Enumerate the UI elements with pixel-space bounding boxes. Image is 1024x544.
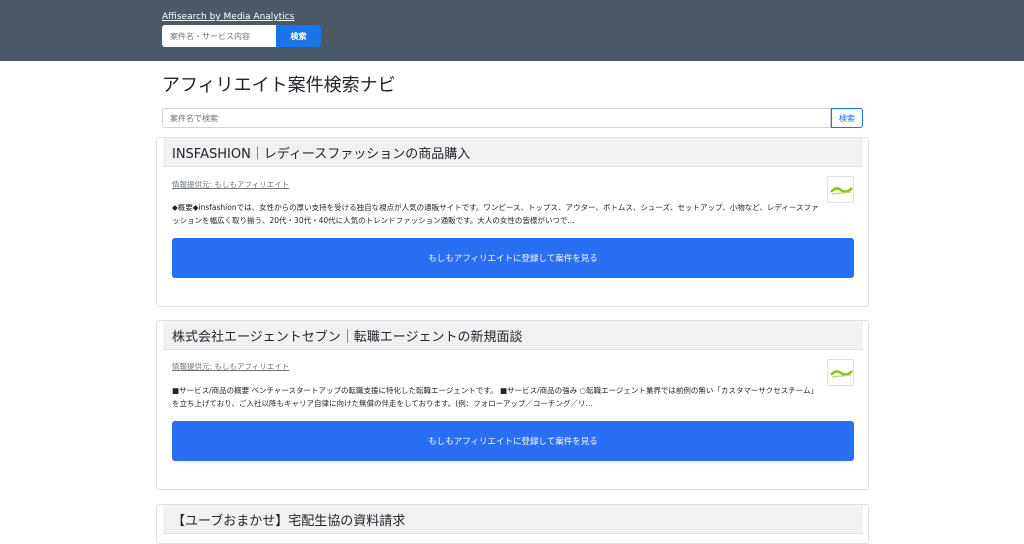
provider-link[interactable]: 情報提供元: もしもアフィリエイト [172,179,289,190]
logo-image-icon [830,187,853,195]
card-header: 株式会社エージェントセブン｜転職エージェントの新規面談 [163,321,863,350]
card-header: 【ユーブおまかせ】宅配生協の資料請求 [163,505,863,534]
brand-link[interactable]: Affisearch by Media Analytics [162,12,294,22]
card-description: ■サービス/商品の概要 ベンチャースタートアップの転職支援に特化した転職エージェ… [172,386,819,408]
register-cta-button[interactable]: もしもアフィリエイトに登録して案件を見る [172,238,854,278]
card-title: 株式会社エージェントセブン｜転職エージェントの新規面談 [172,330,523,345]
register-cta-button[interactable]: もしもアフィリエイトに登録して案件を見る [172,421,854,461]
header-search-button[interactable]: 検索 [276,25,321,47]
top-navbar: Affisearch by Media Analytics 検索 [0,0,1024,61]
advertiser-logo [827,176,854,203]
listing-card: 株式会社エージェントセブン｜転職エージェントの新規面談 情報提供元: もしもアフ… [156,320,869,490]
card-header: INSFASHION｜レディースファッションの商品購入 [163,138,863,167]
card-title: 【ユーブおまかせ】宅配生協の資料請求 [172,514,406,529]
advertiser-logo [827,359,854,386]
provider-link[interactable]: 情報提供元: もしもアフィリエイト [172,361,289,372]
main-search-button[interactable]: 検索 [831,108,863,128]
main-search-input[interactable] [162,108,831,128]
header-search-input[interactable] [162,25,276,47]
card-title: INSFASHION｜レディースファッションの商品購入 [172,147,471,162]
page-title: アフィリエイト案件検索ナビ [162,75,396,96]
logo-image-icon [830,370,853,378]
listing-card: INSFASHION｜レディースファッションの商品購入 情報提供元: もしもアフ… [156,137,869,307]
card-description: ◆概要◆insfashionでは、女性からの厚い支持を受ける独自な視点が人気の通… [172,203,819,225]
listing-card: 【ユーブおまかせ】宅配生協の資料請求 [156,504,869,544]
